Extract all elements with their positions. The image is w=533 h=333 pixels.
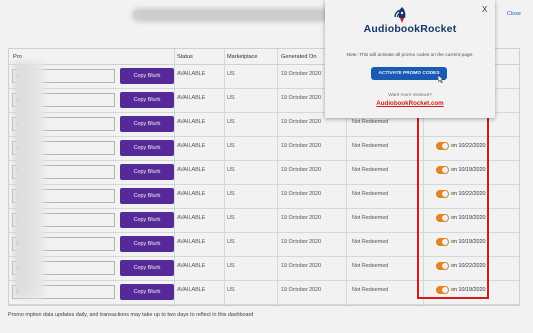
generated-on-cell: 19 October 2020 [281,191,322,197]
redeemed-cell: Not Redeemed [352,215,389,221]
generated-on-cell: 19 October 2020 [281,239,322,245]
marketplace-cell: US [227,119,235,125]
close-link[interactable]: Close [507,11,521,17]
marketplace-cell: US [227,191,235,197]
copy-blurb-button[interactable]: Copy Blurb [120,140,174,156]
footer-note: Promo mption data updates daily, and tra… [8,312,254,318]
status-cell: AVAILABLE [177,119,206,125]
dashboard-page: Close Pro Status Marketplace Generated O… [0,0,533,333]
marketplace-cell: US [227,215,235,221]
generated-on-cell: 19 October 2020 [281,143,322,149]
redeemed-cell: Not Redeemed [352,143,389,149]
redeemed-cell: Not Redeemed [352,191,389,197]
highlight-box [417,115,489,299]
popup-note: Note: This will activate all promo codes… [346,53,474,58]
copy-blurb-button[interactable]: Copy Blurb [120,188,174,204]
marketplace-cell: US [227,167,235,173]
status-cell: AVAILABLE [177,167,206,173]
status-cell: AVAILABLE [177,215,206,221]
copy-blurb-button[interactable]: Copy Blurb [120,116,174,132]
logo-wordmark: AudiobookRocket [363,23,457,35]
generated-on-cell: 19 October 2020 [281,71,322,77]
header-redacted [132,8,332,22]
copy-blurb-button[interactable]: Copy Blurb [120,92,174,108]
status-cell: AVAILABLE [177,95,206,101]
col-header-promo: Pro [13,54,22,60]
copy-blurb-button[interactable]: Copy Blurb [120,236,174,252]
redeemed-cell: Not Redeemed [352,263,389,269]
extension-popup: X AudiobookRocket Note: This will activa… [325,0,495,118]
col-header-generated: Generated On [281,54,317,60]
generated-on-cell: 19 October 2020 [281,215,322,221]
copy-blurb-button[interactable]: Copy Blurb [120,164,174,180]
activate-promo-codes-button[interactable]: ACTIVATE PROMO CODES [371,67,447,80]
marketplace-cell: US [227,95,235,101]
status-cell: AVAILABLE [177,263,206,269]
generated-on-cell: 19 October 2020 [281,95,322,101]
marketplace-cell: US [227,263,235,269]
site-link[interactable]: AudiobookRocket.com [325,100,495,107]
col-header-marketplace: Marketplace [227,54,258,60]
marketplace-cell: US [227,143,235,149]
redeemed-cell: Not Redeemed [352,239,389,245]
status-cell: AVAILABLE [177,71,206,77]
marketplace-cell: US [227,287,235,293]
mouse-cursor-icon [438,75,444,83]
col-header-status: Status [177,54,193,60]
redeemed-cell: Not Redeemed [352,119,389,125]
generated-on-cell: 19 October 2020 [281,167,322,173]
generated-on-cell: 19 October 2020 [281,119,322,125]
marketplace-cell: US [227,71,235,77]
copy-blurb-button[interactable]: Copy Blurb [120,212,174,228]
status-cell: AVAILABLE [177,191,206,197]
generated-on-cell: 19 October 2020 [281,263,322,269]
copy-blurb-button[interactable]: Copy Blurb [120,284,174,300]
status-cell: AVAILABLE [177,239,206,245]
status-cell: AVAILABLE [177,287,206,293]
redeemed-cell: Not Redeemed [352,287,389,293]
redacted-column [14,62,44,298]
copy-blurb-button[interactable]: Copy Blurb [120,260,174,276]
generated-on-cell: 19 October 2020 [281,287,322,293]
status-cell: AVAILABLE [177,143,206,149]
want-more-text: Want more reviews? [388,93,432,98]
marketplace-cell: US [227,239,235,245]
redeemed-cell: Not Redeemed [352,167,389,173]
copy-blurb-button[interactable]: Copy Blurb [120,68,174,84]
popup-close-button[interactable]: X [482,5,487,14]
